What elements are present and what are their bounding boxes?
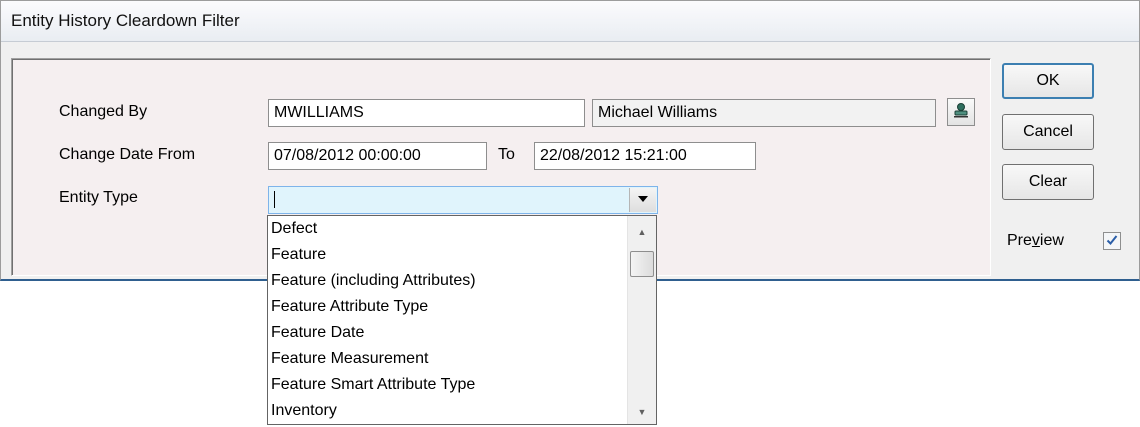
preview-label: Preview [1007,232,1064,250]
change-date-from-label: Change Date From [59,146,196,163]
date-to-label: To [498,146,515,163]
title-bar[interactable]: Entity History Cleardown Filter [1,1,1139,42]
list-item[interactable]: Feature Date [271,320,364,346]
clear-button[interactable]: Clear [1002,164,1094,200]
text-caret [274,191,275,209]
ok-button[interactable]: OK [1002,63,1094,99]
dropdown-scrollbar[interactable]: ▲ ▼ [627,216,656,424]
user-lookup-button[interactable] [947,98,975,126]
check-icon [1106,233,1118,249]
lookup-icon [952,101,970,124]
window-title: Entity History Cleardown Filter [11,11,240,30]
list-item[interactable]: Feature Measurement [271,346,428,372]
entity-type-dropdown-list[interactable]: Defect Feature Feature (including Attrib… [267,215,657,425]
list-item[interactable]: Inventory [271,398,337,424]
preview-label-part1: Pre [1007,232,1032,249]
changed-by-name-field: Michael Williams [592,99,936,127]
preview-checkbox[interactable] [1103,232,1121,250]
chevron-down-icon [637,194,649,206]
date-from-input[interactable]: 07/08/2012 00:00:00 [268,142,487,170]
cancel-button[interactable]: Cancel [1002,114,1094,150]
list-item[interactable]: Feature Attribute Type [271,294,428,320]
preview-label-part2: iew [1039,232,1064,249]
entity-type-label: Entity Type [59,189,138,206]
entity-type-combobox[interactable] [268,186,658,214]
changed-by-label: Changed By [59,103,148,120]
changed-by-code-input[interactable]: MWILLIAMS [268,99,585,127]
date-to-input[interactable]: 22/08/2012 15:21:00 [534,142,756,170]
list-item[interactable]: Defect [271,216,317,242]
scroll-down-icon[interactable]: ▼ [628,402,656,422]
list-item[interactable]: Feature (including Attributes) [271,268,476,294]
preview-label-accel: v [1031,232,1040,249]
list-item[interactable]: Feature [271,242,326,268]
scroll-up-icon[interactable]: ▲ [628,222,656,242]
list-item[interactable]: Feature Smart Attribute Type [271,372,475,398]
scrollbar-thumb[interactable] [630,251,654,277]
entity-type-dropdown-button[interactable] [629,188,656,212]
